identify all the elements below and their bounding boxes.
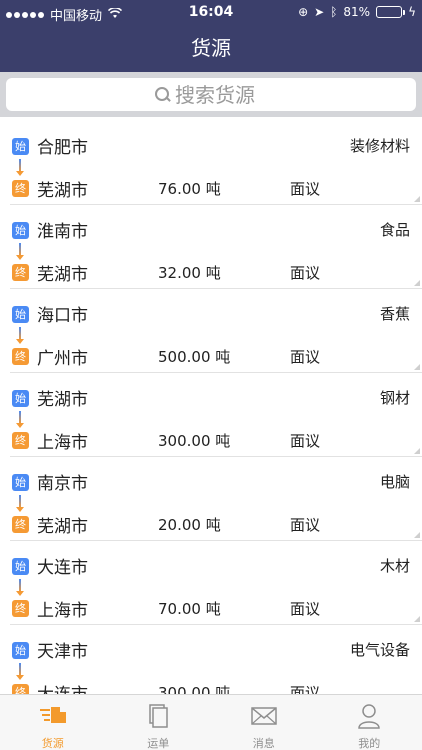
- cargo-weight: 20.00 吨: [158, 516, 221, 534]
- origin-city: 天津市: [37, 642, 88, 662]
- route-arrow-icon: [16, 159, 24, 176]
- route-arrow-icon: [16, 327, 24, 344]
- cargo-source-icon: [38, 703, 68, 729]
- search-box[interactable]: [6, 78, 416, 111]
- start-badge: 始: [12, 558, 29, 575]
- cargo-type: 钢材: [379, 389, 410, 407]
- cargo-list-item[interactable]: 始终 海口市广州市 500.00 吨 面议 香蕉: [10, 289, 422, 373]
- corner-marker: [414, 616, 420, 622]
- start-badge: 始: [12, 390, 29, 407]
- tab-label: 我的: [358, 737, 381, 750]
- cargo-price: 面议: [290, 180, 321, 198]
- charging-icon: ϟ: [408, 5, 416, 19]
- destination-city: 芜湖市: [37, 265, 88, 285]
- cargo-price: 面议: [290, 516, 321, 534]
- start-badge: 始: [12, 642, 29, 659]
- cargo-weight: 500.00 吨: [158, 348, 231, 366]
- cargo-list-item[interactable]: 始终 淮南市芜湖市 32.00 吨 面议 食品: [10, 205, 422, 289]
- bluetooth-icon: ᛒ: [330, 5, 338, 19]
- cargo-weight: 32.00 吨: [158, 264, 221, 282]
- cargo-list-item[interactable]: 始终 合肥市芜湖市 76.00 吨 面议 装修材料: [10, 121, 422, 205]
- start-badge: 始: [12, 474, 29, 491]
- cargo-type: 食品: [379, 221, 410, 239]
- start-badge: 始: [12, 138, 29, 155]
- destination-city: 芜湖市: [37, 181, 88, 201]
- cargo-list-item[interactable]: 始终 天津市大连市 300.00 吨 面议 电气设备: [10, 625, 422, 694]
- route-arrow-icon: [16, 579, 24, 596]
- origin-city: 海口市: [37, 306, 88, 326]
- cargo-type: 装修材料: [349, 137, 410, 155]
- corner-marker: [414, 532, 420, 538]
- destination-city: 广州市: [37, 349, 88, 369]
- end-badge: 终: [12, 516, 29, 533]
- tab-label: 运单: [147, 737, 170, 750]
- nav-bar: 货源: [0, 26, 422, 72]
- destination-city: 芜湖市: [37, 517, 88, 537]
- corner-marker: [414, 364, 420, 370]
- tab-bar: 货源 运单 消息 我的: [0, 694, 422, 750]
- battery-percent: 81%: [343, 5, 371, 19]
- search-area: [0, 72, 422, 117]
- cargo-weight: 76.00 吨: [158, 180, 221, 198]
- cargo-price: 面议: [290, 264, 321, 282]
- waybill-icon: [143, 703, 173, 729]
- tab-cargo-source[interactable]: 货源: [0, 695, 106, 750]
- orientation-lock-icon: ⊕: [298, 5, 309, 19]
- cargo-type: 电脑: [379, 473, 410, 491]
- end-badge: 终: [12, 264, 29, 281]
- route-arrow-icon: [16, 411, 24, 428]
- page-title: 货源: [191, 36, 231, 60]
- status-right: ⊕ ➤ ᛒ 81% ϟ: [298, 5, 416, 19]
- status-bar: 中国移动 16:04 ⊕ ➤ ᛒ 81% ϟ: [0, 0, 422, 26]
- cargo-list-item[interactable]: 始终 芜湖市上海市 300.00 吨 面议 钢材: [10, 373, 422, 457]
- cargo-price: 面议: [290, 684, 321, 694]
- corner-marker: [414, 196, 420, 202]
- cargo-weight: 300.00 吨: [158, 432, 231, 450]
- origin-city: 芜湖市: [37, 390, 88, 410]
- tab-label: 货源: [41, 737, 64, 750]
- cargo-weight: 70.00 吨: [158, 600, 221, 618]
- origin-city: 大连市: [37, 558, 88, 578]
- battery-icon: [376, 6, 406, 18]
- corner-marker: [414, 448, 420, 454]
- origin-city: 合肥市: [37, 138, 88, 158]
- route-arrow-icon: [16, 495, 24, 512]
- origin-city: 南京市: [37, 474, 88, 494]
- user-icon: [354, 703, 384, 729]
- cargo-price: 面议: [290, 600, 321, 618]
- cargo-type: 电气设备: [349, 641, 410, 659]
- end-badge: 终: [12, 684, 29, 694]
- route-arrow-icon: [16, 663, 24, 680]
- location-icon: ➤: [314, 5, 325, 19]
- cargo-type: 香蕉: [379, 305, 410, 323]
- cargo-price: 面议: [290, 432, 321, 450]
- cargo-list-item[interactable]: 始终 南京市芜湖市 20.00 吨 面议 电脑: [10, 457, 422, 541]
- destination-city: 上海市: [37, 433, 88, 453]
- end-badge: 终: [12, 432, 29, 449]
- cargo-list[interactable]: 始终合肥市 芜湖市 76.00 吨面议 装修材料始终淮南市 芜湖市 32.00 吨面议 食品…: [0, 117, 422, 694]
- tab-envelope[interactable]: 消息: [211, 695, 317, 750]
- destination-city: 上海市: [37, 601, 88, 621]
- search-icon: [155, 86, 171, 103]
- destination-city: 大连市: [37, 680, 88, 694]
- cargo-type: 木材: [379, 557, 410, 575]
- search-input[interactable]: [175, 82, 267, 107]
- start-badge: 始: [12, 306, 29, 323]
- tab-waybill[interactable]: 运单: [106, 695, 212, 750]
- corner-marker: [414, 280, 420, 286]
- route-arrow-icon: [16, 243, 24, 260]
- cargo-price: 面议: [290, 348, 321, 366]
- cargo-weight: 300.00 吨: [158, 684, 231, 694]
- start-badge: 始: [12, 222, 29, 239]
- envelope-icon: [249, 703, 279, 729]
- tab-label: 消息: [252, 737, 275, 750]
- origin-city: 淮南市: [37, 222, 88, 242]
- tab-user[interactable]: 我的: [317, 695, 422, 750]
- end-badge: 终: [12, 180, 29, 197]
- end-badge: 终: [12, 348, 29, 365]
- end-badge: 终: [12, 600, 29, 617]
- cargo-list-item[interactable]: 始终 大连市上海市 70.00 吨 面议 木材: [10, 541, 422, 625]
